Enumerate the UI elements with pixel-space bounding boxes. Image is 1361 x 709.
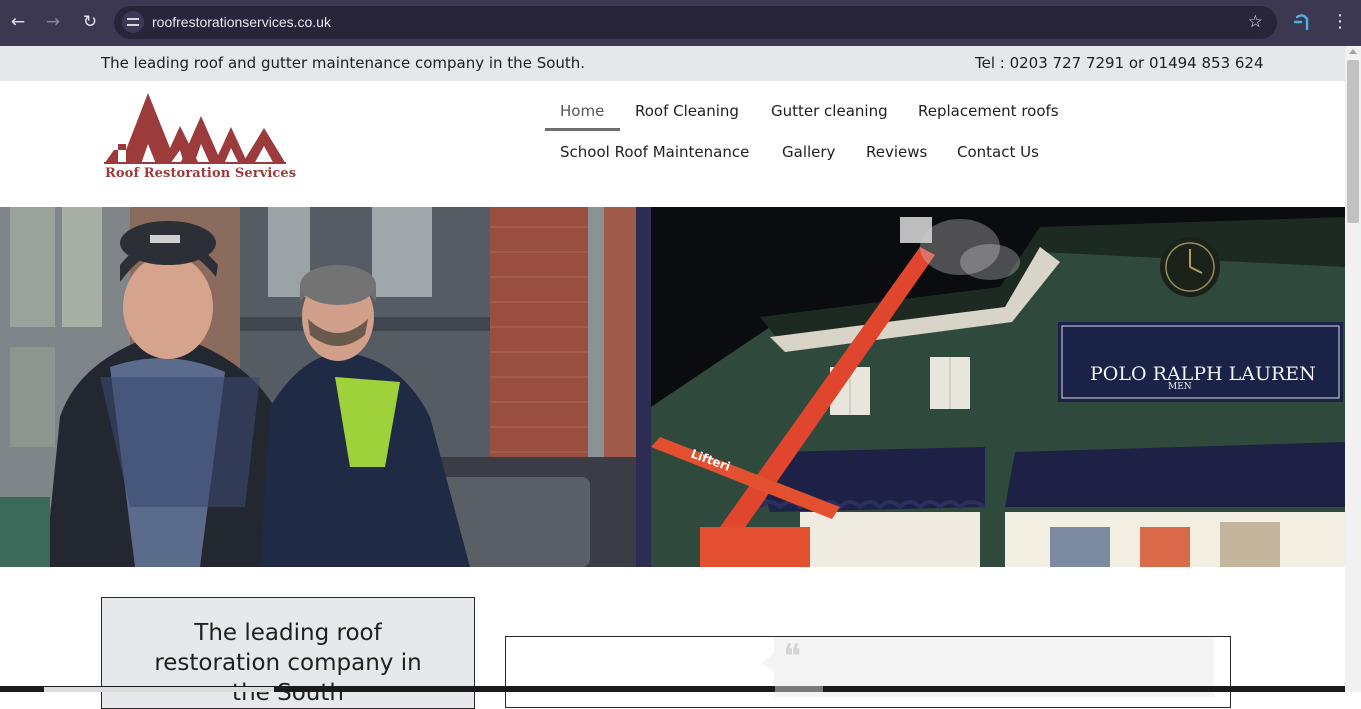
reload-icon[interactable]: ↻ bbox=[77, 9, 103, 35]
nav-active-indicator bbox=[545, 128, 620, 131]
company-tagline: The leading roof and gutter maintenance … bbox=[101, 54, 586, 72]
hero-banner: POLO RALPH LAUREN MEN Lifteri bbox=[0, 207, 1345, 567]
intro-heading-line-3: the South bbox=[232, 680, 344, 706]
quote-icon: ❝ bbox=[783, 637, 802, 677]
nav-replacement-roofs[interactable]: Replacement roofs bbox=[918, 102, 1059, 120]
bookmark-star-icon[interactable]: ☆ bbox=[1248, 6, 1263, 39]
nav-gutter-cleaning[interactable]: Gutter cleaning bbox=[771, 102, 888, 120]
intro-box: The leading roof restoration company in … bbox=[101, 597, 475, 709]
taskbar-segment bbox=[44, 687, 274, 692]
nav-reviews[interactable]: Reviews bbox=[866, 143, 927, 161]
nav-gallery[interactable]: Gallery bbox=[782, 143, 835, 161]
intro-heading-line-1: The leading roof bbox=[194, 620, 382, 646]
intro-heading: The leading roof restoration company in … bbox=[102, 618, 474, 708]
browser-toolbar: ← → ↻ roofrestorationservices.co.uk ☆ ⋮ bbox=[0, 0, 1361, 46]
scroll-up-arrow-icon[interactable] bbox=[1349, 49, 1357, 54]
forward-arrow-icon[interactable]: → bbox=[40, 9, 66, 35]
store-sign-subtext: MEN bbox=[1168, 382, 1192, 392]
back-arrow-icon[interactable]: ← bbox=[5, 9, 31, 35]
taskbar-segment-dark bbox=[775, 686, 823, 692]
nav-roof-cleaning[interactable]: Roof Cleaning bbox=[635, 102, 739, 120]
extension-icon[interactable] bbox=[1292, 11, 1314, 33]
top-info-bar: The leading roof and gutter maintenance … bbox=[0, 46, 1345, 81]
taskbar-strip bbox=[0, 686, 1345, 692]
phone-numbers[interactable]: Tel : 0203 727 7291 or 01494 853 624 bbox=[975, 46, 1264, 81]
url-text[interactable]: roofrestorationservices.co.uk bbox=[152, 6, 331, 39]
site-info-icon[interactable] bbox=[122, 11, 144, 33]
nav-school-roof-maintenance[interactable]: School Roof Maintenance bbox=[560, 143, 749, 161]
testimonial-pointer bbox=[762, 653, 774, 673]
nav-home[interactable]: Home bbox=[560, 102, 604, 120]
address-bar[interactable]: roofrestorationservices.co.uk ☆ bbox=[114, 6, 1277, 39]
intro-heading-line-2: restoration company in bbox=[154, 650, 422, 676]
scrollbar-thumb[interactable] bbox=[1347, 60, 1359, 223]
browser-menu-icon[interactable]: ⋮ bbox=[1331, 9, 1349, 35]
logo-wordmark[interactable]: Roof Restoration Services bbox=[105, 166, 296, 181]
store-sign-text: POLO RALPH LAUREN bbox=[1090, 363, 1316, 385]
nav-contact-us[interactable]: Contact Us bbox=[957, 143, 1039, 161]
hero-image: POLO RALPH LAUREN MEN Lifteri bbox=[0, 207, 1345, 567]
